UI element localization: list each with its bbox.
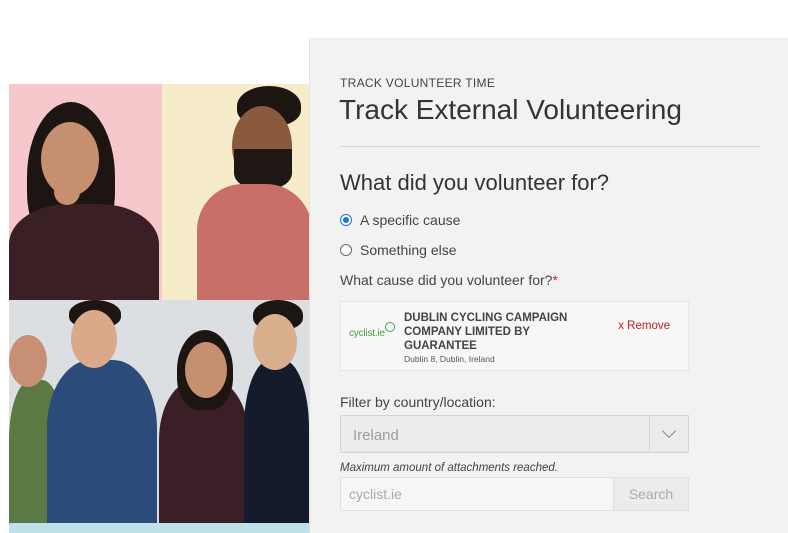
select-divider	[649, 416, 650, 452]
chevron-down-icon[interactable]	[661, 423, 677, 439]
volunteer-question-heading: What did you volunteer for?	[340, 170, 610, 195]
country-select[interactable]: Ireland	[340, 415, 689, 453]
radio-label: A specific cause	[360, 212, 461, 228]
country-select-value: Ireland	[353, 427, 399, 444]
track-volunteering-panel: TRACK VOLUNTEER TIME Track External Volu…	[309, 38, 788, 533]
filter-label: Filter by country/location:	[340, 394, 496, 410]
cause-search-input[interactable]	[340, 477, 614, 511]
page-title: Track External Volunteering	[339, 94, 682, 125]
radio-something-else[interactable]: Something else	[340, 242, 457, 258]
cause-label-text: What cause did you volunteer for?	[340, 272, 553, 288]
radio-label: Something else	[360, 242, 457, 258]
photo-man-glasses	[162, 84, 309, 300]
radio-specific-cause[interactable]: A specific cause	[340, 212, 460, 228]
logo-text: cyclist.ie	[349, 328, 385, 339]
cause-location: Dublin 8, Dublin, Ireland	[404, 354, 495, 364]
volunteer-photo-collage	[9, 84, 309, 533]
radio-selected-icon[interactable]	[340, 214, 352, 226]
photo-woman-smiling	[9, 84, 162, 300]
cause-name: DUBLIN CYCLING CAMPAIGN COMPANY LIMITED …	[404, 312, 568, 352]
radio-unselected-icon[interactable]	[340, 244, 352, 256]
remove-cause-link[interactable]: x Remove	[618, 320, 670, 332]
search-button[interactable]: Search	[613, 477, 689, 511]
selected-cause-card: cyclist.ie DUBLIN CYCLING CAMPAIGN COMPA…	[340, 301, 689, 371]
required-mark: *	[552, 272, 558, 288]
logo-plus-icon	[385, 322, 395, 332]
cyclist-logo: cyclist.ie	[349, 322, 397, 344]
section-eyebrow: TRACK VOLUNTEER TIME	[340, 76, 496, 90]
cause-field-label: What cause did you volunteer for?*	[340, 272, 558, 288]
photo-group-friends	[9, 300, 309, 523]
divider	[340, 146, 760, 147]
photo-strip	[9, 523, 309, 533]
attachments-note: Maximum amount of attachments reached.	[340, 462, 558, 474]
